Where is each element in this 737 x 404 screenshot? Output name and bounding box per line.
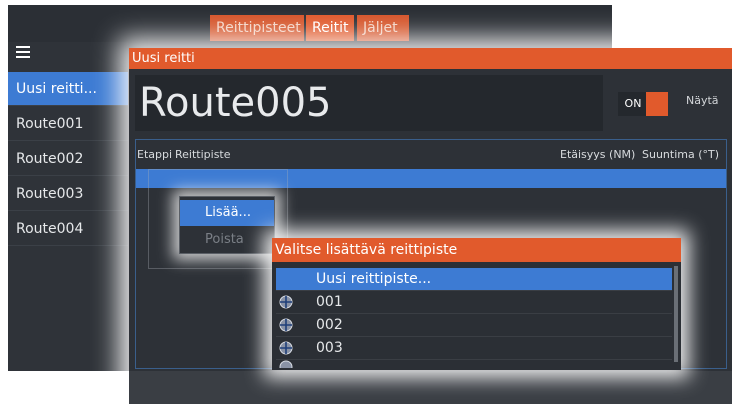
list-item[interactable]: 002 [276,314,672,337]
column-header-waypoint: Reittipiste [175,148,231,161]
column-header-bearing: Suuntima (°T) [642,148,720,161]
waypoint-icon [279,341,293,355]
hamburger-icon[interactable] [16,46,30,60]
new-waypoint-item[interactable]: Uusi reittipiste... [276,268,672,291]
tab-routes[interactable]: Reitit [306,15,354,41]
list-item[interactable]: 003 [276,337,672,360]
sidebar-item-route002[interactable]: Route002 [8,142,128,176]
tab-waypoints[interactable]: Reittipisteet [210,15,304,41]
column-header-distance: Etäisyys (NM) [560,148,636,161]
list-item[interactable]: 001 [276,291,672,314]
list-item-partial [276,360,672,368]
picker-title: Valitse lisättävä reittipiste [272,238,681,262]
picker-scrollbar[interactable] [674,266,678,362]
sidebar-item-route004[interactable]: Route004 [8,212,128,246]
dialog-title: Uusi reitti [129,48,732,69]
waypoint-icon [279,318,293,332]
column-header-leg: Etappi [137,148,173,161]
sidebar-item-new-route[interactable]: Uusi reitti... [8,72,128,106]
tab-tracks[interactable]: Jäljet [357,15,409,41]
sidebar-item-route003[interactable]: Route003 [8,177,128,211]
delete-menu-item[interactable]: Poista [180,227,274,253]
dialog-footer [129,371,732,404]
add-menu-item[interactable]: Lisää... [180,200,274,226]
show-label: Näytä [686,94,719,107]
waypoint-icon [279,295,293,309]
route-name-field[interactable]: Route005 [135,75,603,131]
toggle-state-label: ON [618,92,648,116]
sidebar-item-route001[interactable]: Route001 [8,107,128,141]
show-toggle[interactable] [646,92,668,116]
